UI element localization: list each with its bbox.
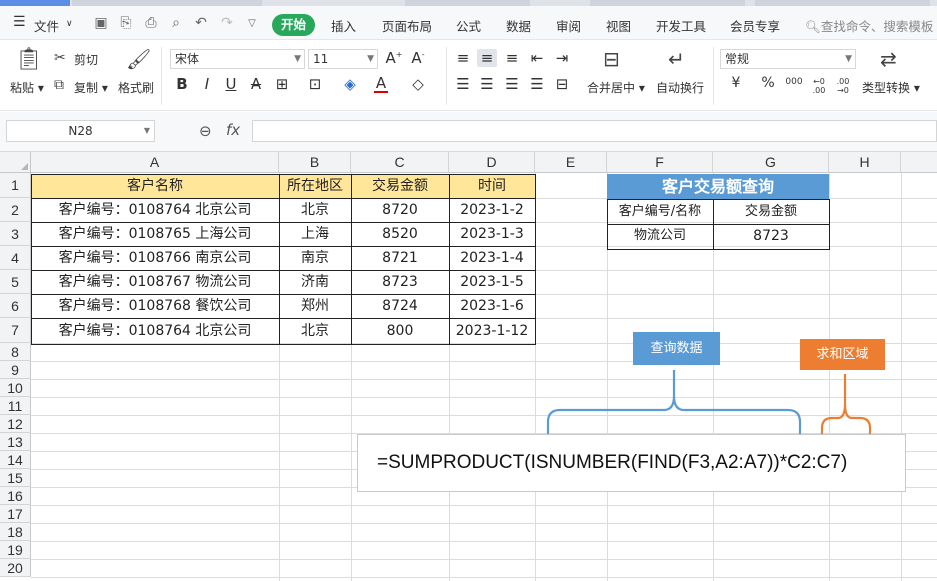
query-data-callout: 查询数据 bbox=[633, 332, 720, 365]
annotation-braces bbox=[546, 370, 872, 452]
sum-range-callout: 求和区域 bbox=[800, 339, 885, 370]
formula-annotation: =SUMPRODUCT(ISNUMBER(FIND(F3,A2:A7))*C2:… bbox=[357, 434, 906, 492]
